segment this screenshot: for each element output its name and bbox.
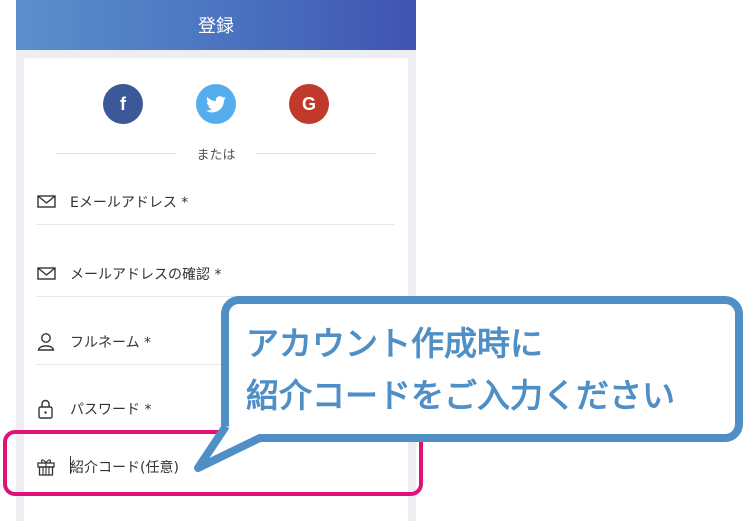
callout-text-line1: アカウント作成時に	[246, 324, 543, 363]
email-label: Eメールアドレス *	[70, 195, 189, 211]
email-underline	[36, 224, 394, 225]
callout-bubble	[221, 296, 743, 442]
facebook-icon: f	[120, 93, 126, 114]
facebook-login-button[interactable]: f	[103, 84, 143, 124]
divider-line-right	[256, 153, 376, 154]
email-confirm-label: メールアドレスの確認 *	[70, 267, 222, 283]
twitter-icon	[206, 95, 226, 112]
page-title: 登録	[198, 16, 234, 37]
page-header: 登録	[16, 0, 416, 50]
fullname-label: フルネーム *	[70, 335, 152, 351]
callout-text-line2: 紹介コードをご入力ください	[246, 376, 675, 415]
divider-line-left	[56, 153, 176, 154]
envelope-icon	[37, 267, 56, 280]
envelope-icon	[37, 195, 56, 208]
twitter-login-button[interactable]	[196, 84, 236, 124]
user-icon	[37, 333, 55, 351]
lock-icon	[38, 399, 53, 419]
password-label: パスワード *	[70, 402, 152, 418]
google-login-button[interactable]: G	[289, 84, 329, 124]
google-icon: G	[301, 93, 316, 114]
or-divider-text: または	[196, 148, 236, 163]
